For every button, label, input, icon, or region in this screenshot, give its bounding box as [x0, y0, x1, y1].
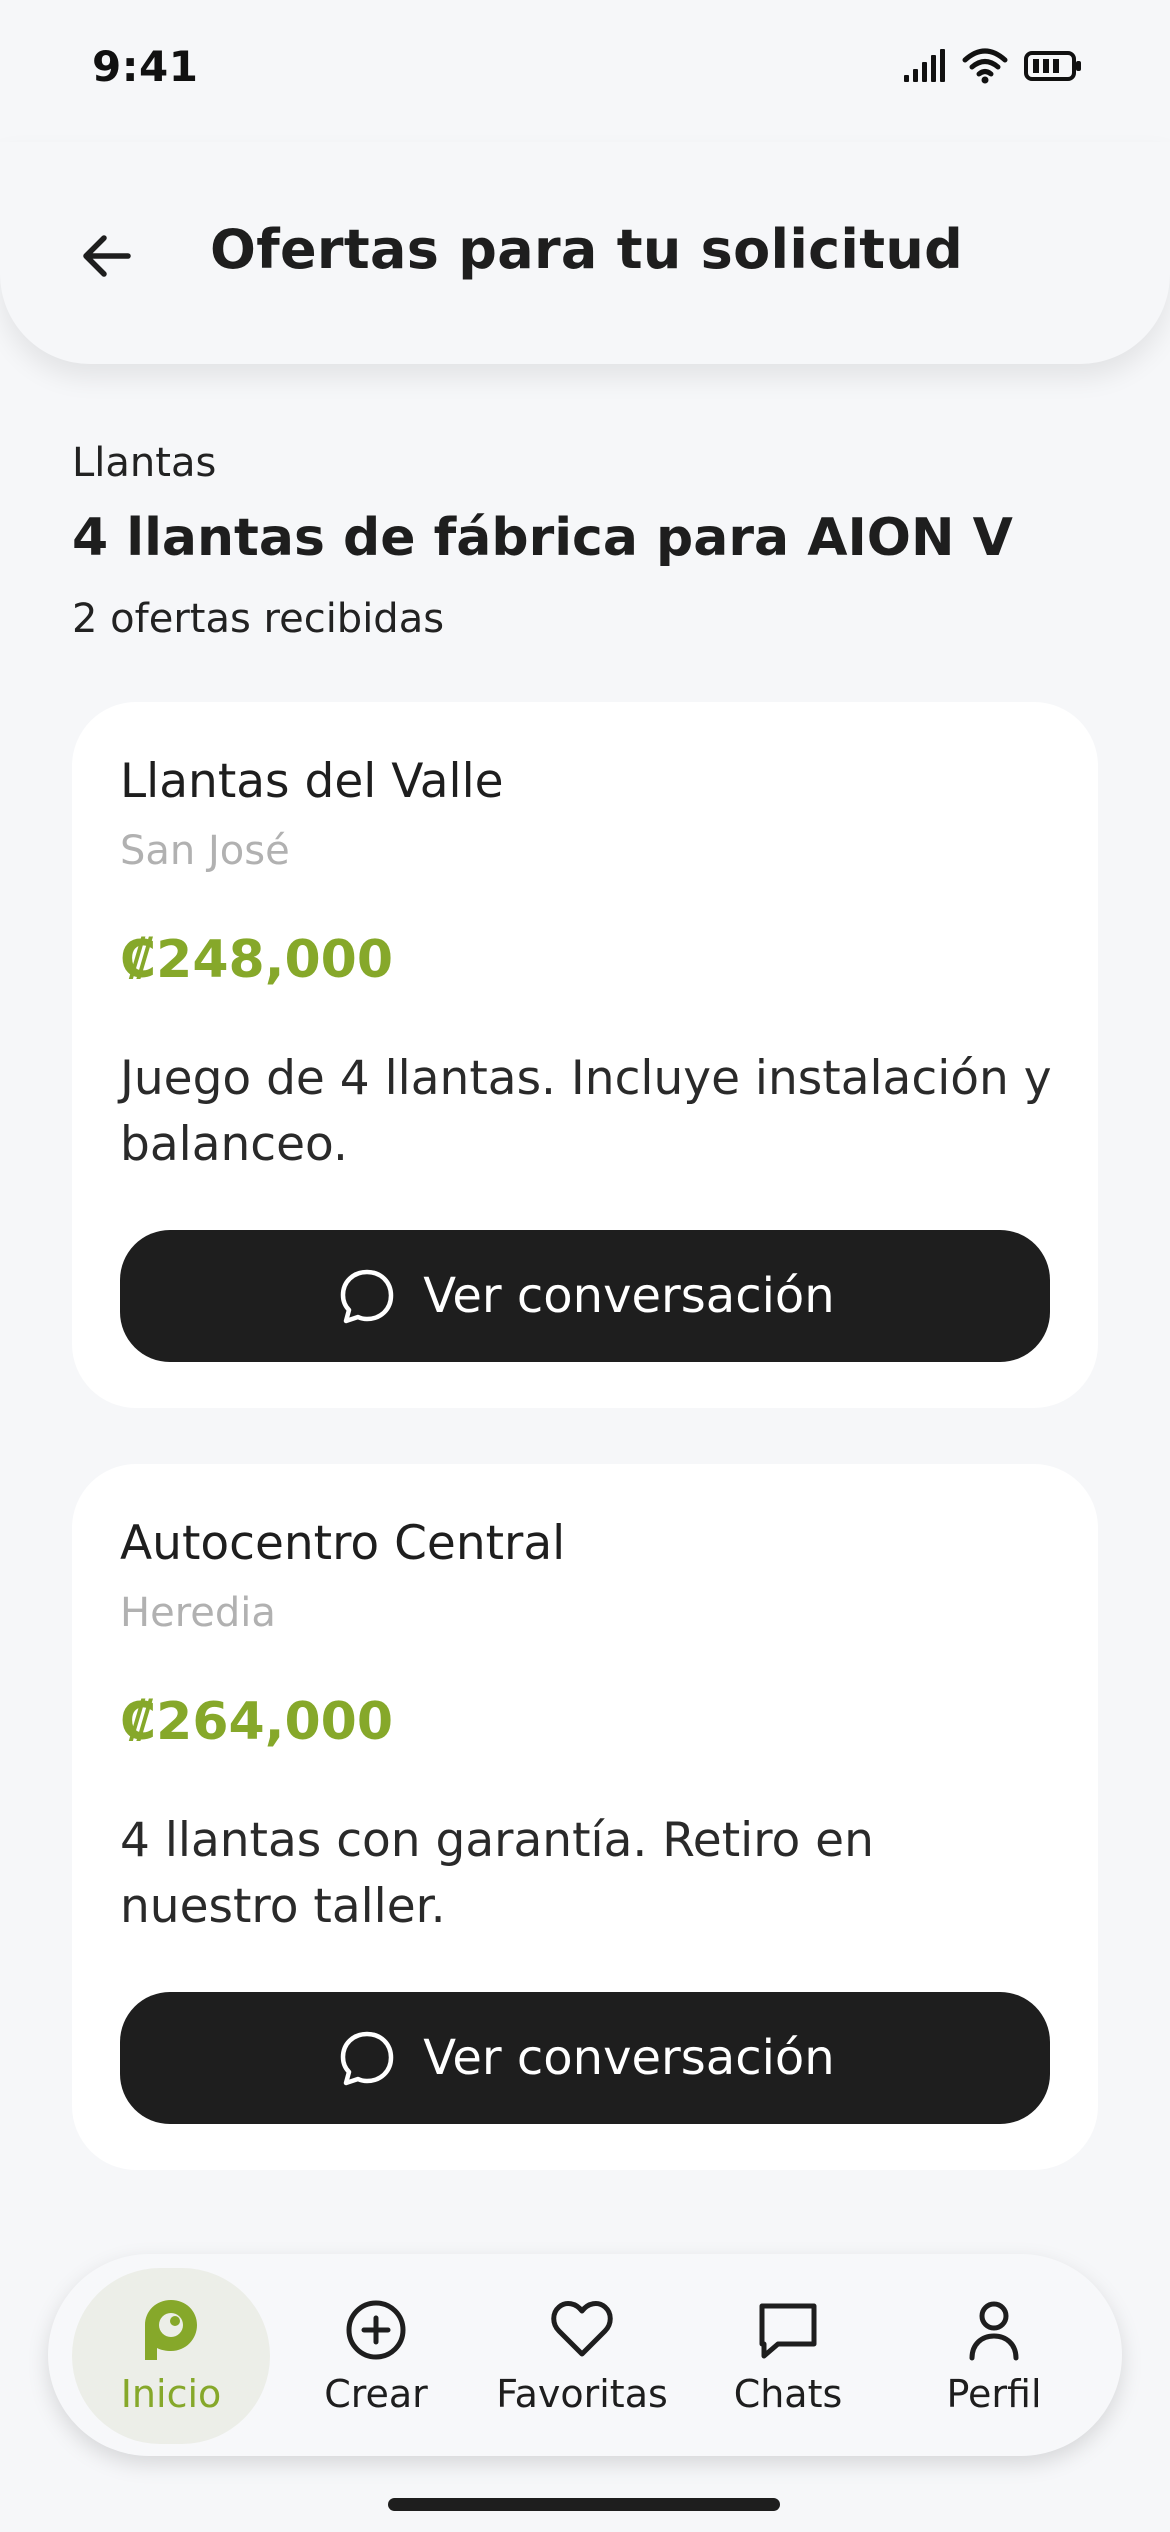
status-icons: [902, 48, 1082, 84]
nav-item-chats[interactable]: Chats: [688, 2254, 888, 2456]
nav-item-favoritas[interactable]: Favoritas: [482, 2254, 682, 2456]
header-bar: Ofertas para tu solicitud: [0, 142, 1170, 364]
offer-store-name: Autocentro Central: [120, 1516, 566, 1571]
heart-icon: [551, 2301, 613, 2357]
plus-circle-icon: [346, 2300, 406, 2360]
button-label: Ver conversación: [423, 2030, 835, 2086]
chat-icon: [759, 2303, 817, 2359]
offer-price: ₡248,000: [120, 930, 394, 990]
arrow-left-icon: [83, 235, 131, 277]
request-title: 4 llantas de fábrica para AION V: [72, 508, 1013, 568]
offer-description: 4 llantas con garantía. Retiro en nuestr…: [120, 1813, 874, 1934]
offer-location: Heredia: [120, 1590, 276, 1636]
nav-item-crear[interactable]: Crear: [276, 2254, 476, 2456]
offer-card: Llantas del Valle San José ₡248,000 Jueg…: [72, 702, 1098, 1408]
chat-bubble-icon: [341, 1269, 394, 1324]
status-time: 9:41: [92, 42, 199, 91]
battery-icon: [1024, 51, 1081, 81]
page-title: Ofertas para tu solicitud: [210, 218, 964, 281]
home-indicator: [388, 2498, 780, 2511]
user-icon: [969, 2301, 1019, 2361]
offer-price: ₡264,000: [120, 1692, 394, 1752]
nav-label: Perfil: [946, 2372, 1042, 2416]
view-conversation-button[interactable]: Ver conversación: [120, 1992, 1050, 2124]
signal-icon: [904, 49, 945, 82]
home-logo-icon: [145, 2300, 197, 2360]
offer-store-name: Llantas del Valle: [120, 754, 504, 809]
offer-location: San José: [120, 828, 290, 874]
nav-label: Inicio: [120, 2372, 222, 2416]
chat-bubble-icon: [341, 2031, 394, 2086]
status-bar: 9:41: [0, 0, 1170, 140]
offer-description: Juego de 4 llantas. Incluye instalación …: [120, 1051, 1052, 1172]
nav-label: Crear: [324, 2372, 428, 2416]
bottom-nav: Inicio Crear Favoritas Chats Perfil: [48, 2254, 1122, 2456]
offer-card: Autocentro Central Heredia ₡264,000 4 ll…: [72, 1464, 1098, 2170]
button-label: Ver conversación: [423, 1268, 835, 1324]
wifi-icon: [962, 48, 1008, 84]
view-conversation-button[interactable]: Ver conversación: [120, 1230, 1050, 1362]
nav-label: Favoritas: [496, 2372, 668, 2416]
nav-label: Chats: [733, 2372, 843, 2416]
back-button[interactable]: [76, 224, 140, 288]
nav-item-inicio[interactable]: Inicio: [71, 2254, 271, 2456]
nav-item-perfil[interactable]: Perfil: [894, 2254, 1094, 2456]
request-category: Llantas: [72, 440, 217, 486]
offers-count: 2 ofertas recibidas: [72, 596, 445, 642]
